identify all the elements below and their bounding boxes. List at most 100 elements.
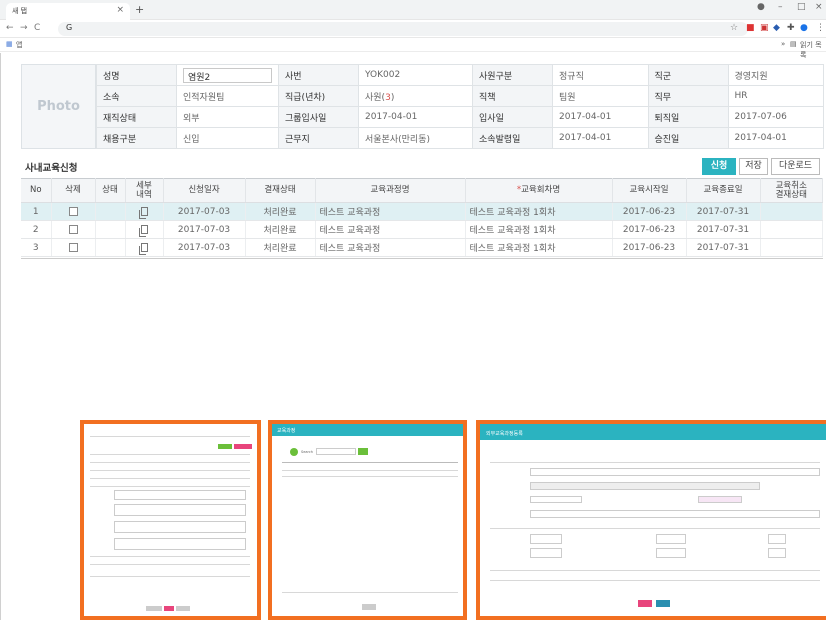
profile-icon[interactable]: ● [757,2,765,12]
row-apply-date: 2017-07-03 [163,220,246,239]
browser-nav-bar: ← → C G ☆ ■ ▣ ◆ ✚ ● ⋮ [0,20,826,38]
bookmark-star-icon[interactable]: ☆ [730,23,738,33]
row-no: 3 [21,238,52,257]
minimize-icon[interactable]: – [778,2,783,12]
apply-button[interactable]: 신청 [702,158,736,175]
tab-title: 새 탭 [12,7,28,15]
assign-date-value: 2017-04-01 [552,127,649,149]
delete-checkbox[interactable] [68,242,78,252]
save-button[interactable]: 저장 [739,158,768,175]
thumb-field [114,521,246,533]
col-detail[interactable]: 세부 내역 [125,178,164,203]
location-value: 서울본사(만리동) [357,127,474,149]
thumb-line [90,576,250,577]
col-apply-date[interactable]: 신청일자 [163,178,246,203]
table-row[interactable]: 3 2017-07-03 처리완료 테스트 교육과정 테스트 교육과정 1회차 … [21,238,823,257]
col-session-text: 교육회차명 [521,185,561,195]
reload-icon[interactable]: C [34,23,40,33]
thumb-pink-button [164,606,174,611]
row-course: 테스트 교육과정 [315,220,466,239]
jobgroup-value: 경영지원 [727,64,824,86]
thumb-line [90,564,250,565]
position-label: 직책 [472,85,554,107]
thumb-field [768,534,786,544]
thumb-pink-button [638,600,652,607]
row-start: 2017-06-23 [612,220,687,239]
thumb-field [530,482,760,490]
hiretype-value: 신입 [176,127,279,149]
delete-checkbox[interactable] [68,206,78,216]
col-end[interactable]: 교육종료일 [686,178,761,203]
row-end: 2017-07-31 [686,220,761,239]
more-bookmarks-icon[interactable]: » [781,40,785,48]
address-bar[interactable]: G [58,22,748,36]
row-session: 테스트 교육과정 1회차 [465,202,613,221]
account-icon[interactable]: ● [800,23,808,33]
extension-icon-2[interactable]: ▣ [760,23,769,33]
detail-doc-icon[interactable] [138,206,148,219]
name-field[interactable]: 염원2 [183,67,272,83]
col-approval[interactable]: 결재상태 [245,178,316,203]
apps-grid-icon[interactable]: ▦ [6,40,13,48]
window-close-icon[interactable]: × [815,2,823,12]
position-value: 팀원 [552,85,649,107]
col-session[interactable]: *교육회차명 [465,178,613,203]
col-course[interactable]: 교육과정명 [315,178,466,203]
thumb-line [282,462,458,463]
apps-label[interactable]: 앱 [16,40,22,50]
menu-dots-icon[interactable]: ⋮ [816,23,825,33]
extension-icon-3[interactable]: ◆ [773,23,780,33]
thumb-line [490,528,820,529]
new-tab-icon[interactable]: + [135,3,144,16]
detail-doc-icon[interactable] [138,242,148,255]
retire-label: 퇴직일 [647,106,729,128]
table-row[interactable]: 2 2017-07-03 처리완료 테스트 교육과정 테스트 교육과정 1회차 … [21,220,823,239]
promotion-label: 승진일 [647,127,729,149]
reading-list-icon[interactable]: ▤ [790,40,797,48]
col-status[interactable]: 상태 [95,178,126,203]
section-title: 사내교육신청 [25,163,78,174]
join-label: 입사일 [472,106,554,128]
close-tab-icon[interactable]: × [116,5,124,15]
row-delete-cell [51,238,96,257]
browser-tab[interactable]: 새 탭 × [6,3,130,20]
group-join-value: 2017-04-01 [357,106,474,128]
delete-checkbox[interactable] [68,224,78,234]
row-approval: 처리완료 [245,220,316,239]
detail-form-thumbnail[interactable] [80,420,261,620]
row-end: 2017-07-31 [686,202,761,221]
download-button[interactable]: 다운로드 [771,158,820,175]
row-apply-date: 2017-07-03 [163,202,246,221]
thumb-gray-button [176,606,190,611]
thumb-search-label: Search [301,450,314,454]
thumb-line [90,454,250,455]
table-row[interactable]: 1 2017-07-03 처리완료 테스트 교육과정 테스트 교육과정 1회차 … [21,202,823,221]
col-delete[interactable]: 삭제 [51,178,96,203]
thumb-pink-button [234,444,252,449]
detail-doc-icon[interactable] [138,224,148,237]
thumb-field [768,548,786,558]
thumb-line [90,462,250,463]
row-delete-cell [51,220,96,239]
thumb-field [530,510,820,518]
back-icon[interactable]: ← [6,23,14,33]
thumb-line [282,592,458,593]
col-no[interactable]: No [21,178,52,203]
emptype-label: 사원구분 [472,64,554,86]
row-no: 1 [21,202,52,221]
row-course: 테스트 교육과정 [315,202,466,221]
thumb-field [114,538,246,550]
row-session: 테스트 교육과정 1회차 [465,238,613,257]
col-start[interactable]: 교육시작일 [612,178,687,203]
thumb-field [530,534,562,544]
course-search-thumbnail[interactable]: 교육과정 Search [268,420,467,620]
thumb-search-input [316,448,356,455]
extension-icon-1[interactable]: ■ [746,23,755,33]
grade-value: 사원(3) [357,85,474,107]
col-cancel[interactable]: 교육취소 결재상태 [760,178,823,203]
maximize-icon[interactable]: □ [797,2,806,12]
thumb-line [90,556,250,557]
external-course-thumbnail[interactable]: 외부교육과정등록 [476,420,826,620]
extensions-puzzle-icon[interactable]: ✚ [787,23,795,33]
forward-icon[interactable]: → [20,23,28,33]
